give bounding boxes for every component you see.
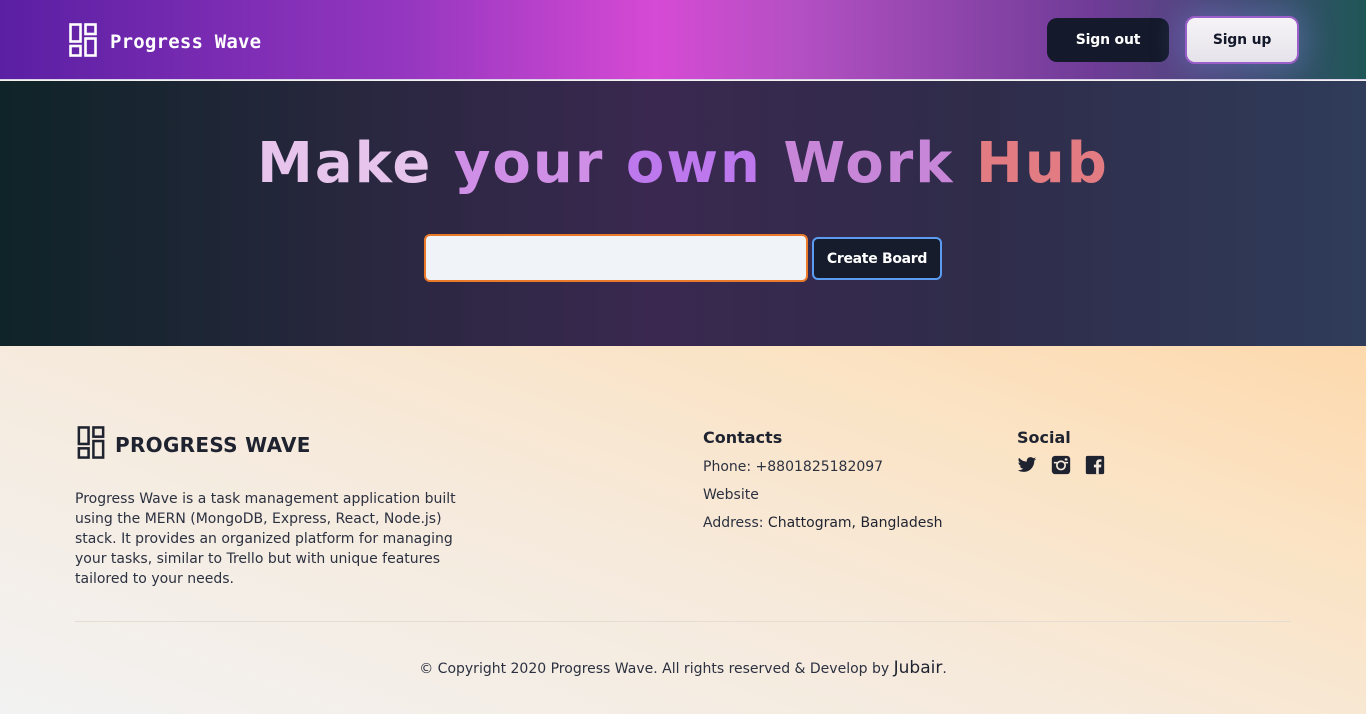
contacts-section: Contacts Phone: +8801825182097 Website A…: [703, 428, 943, 541]
hero-title-word: own: [625, 131, 762, 196]
author-link[interactable]: Jubair: [894, 658, 943, 678]
create-board-button[interactable]: Create Board: [812, 237, 942, 280]
contact-phone: Phone: +8801825182097: [703, 457, 943, 485]
footer: PROGRESS WAVE Progress Wave is a task ma…: [0, 346, 1366, 714]
facebook-icon[interactable]: [1085, 455, 1105, 475]
phone-label: Phone:: [703, 459, 756, 475]
dashboard-grid-icon: [77, 426, 105, 463]
footer-divider: [75, 621, 1291, 622]
phone-link[interactable]: +8801825182097: [756, 459, 884, 475]
board-name-input[interactable]: [424, 234, 808, 282]
hero-title-word: Make: [257, 131, 433, 196]
address-value: Chattogram, Bangladesh: [767, 515, 943, 531]
copyright: © Copyright 2020 Progress Wave. All righ…: [0, 658, 1366, 678]
top-navbar: Progress Wave Sign out Sign up: [0, 0, 1366, 80]
contacts-heading: Contacts: [703, 428, 783, 447]
footer-brand[interactable]: PROGRESS WAVE: [77, 426, 311, 463]
brand-link[interactable]: Progress Wave: [69, 23, 261, 61]
footer-description: Progress Wave is a task management appli…: [75, 491, 456, 587]
dashboard-grid-icon: [69, 23, 97, 61]
brand-name: Progress Wave: [110, 31, 262, 53]
twitter-icon[interactable]: [1017, 455, 1037, 475]
sign-out-button[interactable]: Sign out: [1047, 18, 1169, 62]
hero-section: Make your own Work Hub Create Board: [0, 81, 1366, 346]
copyright-end: .: [942, 661, 947, 677]
footer-brand-name: PROGRESS WAVE: [115, 432, 311, 457]
social-section: Social: [1017, 428, 1105, 475]
hero-title-word: Work: [783, 131, 955, 196]
instagram-icon[interactable]: [1051, 455, 1071, 475]
contact-address: Address: Chattogram, Bangladesh: [703, 513, 943, 541]
social-heading: Social: [1017, 428, 1071, 447]
hero-title-word: your: [453, 131, 605, 196]
hero-title: Make your own Work Hub: [0, 131, 1366, 196]
social-icons: [1017, 455, 1105, 475]
sign-up-button[interactable]: Sign up: [1185, 16, 1299, 64]
contact-website-link[interactable]: Website: [703, 485, 943, 513]
hero-title-word: Hub: [976, 131, 1109, 196]
address-label: Address:: [703, 515, 768, 531]
copyright-text: © Copyright 2020 Progress Wave. All righ…: [419, 661, 894, 677]
